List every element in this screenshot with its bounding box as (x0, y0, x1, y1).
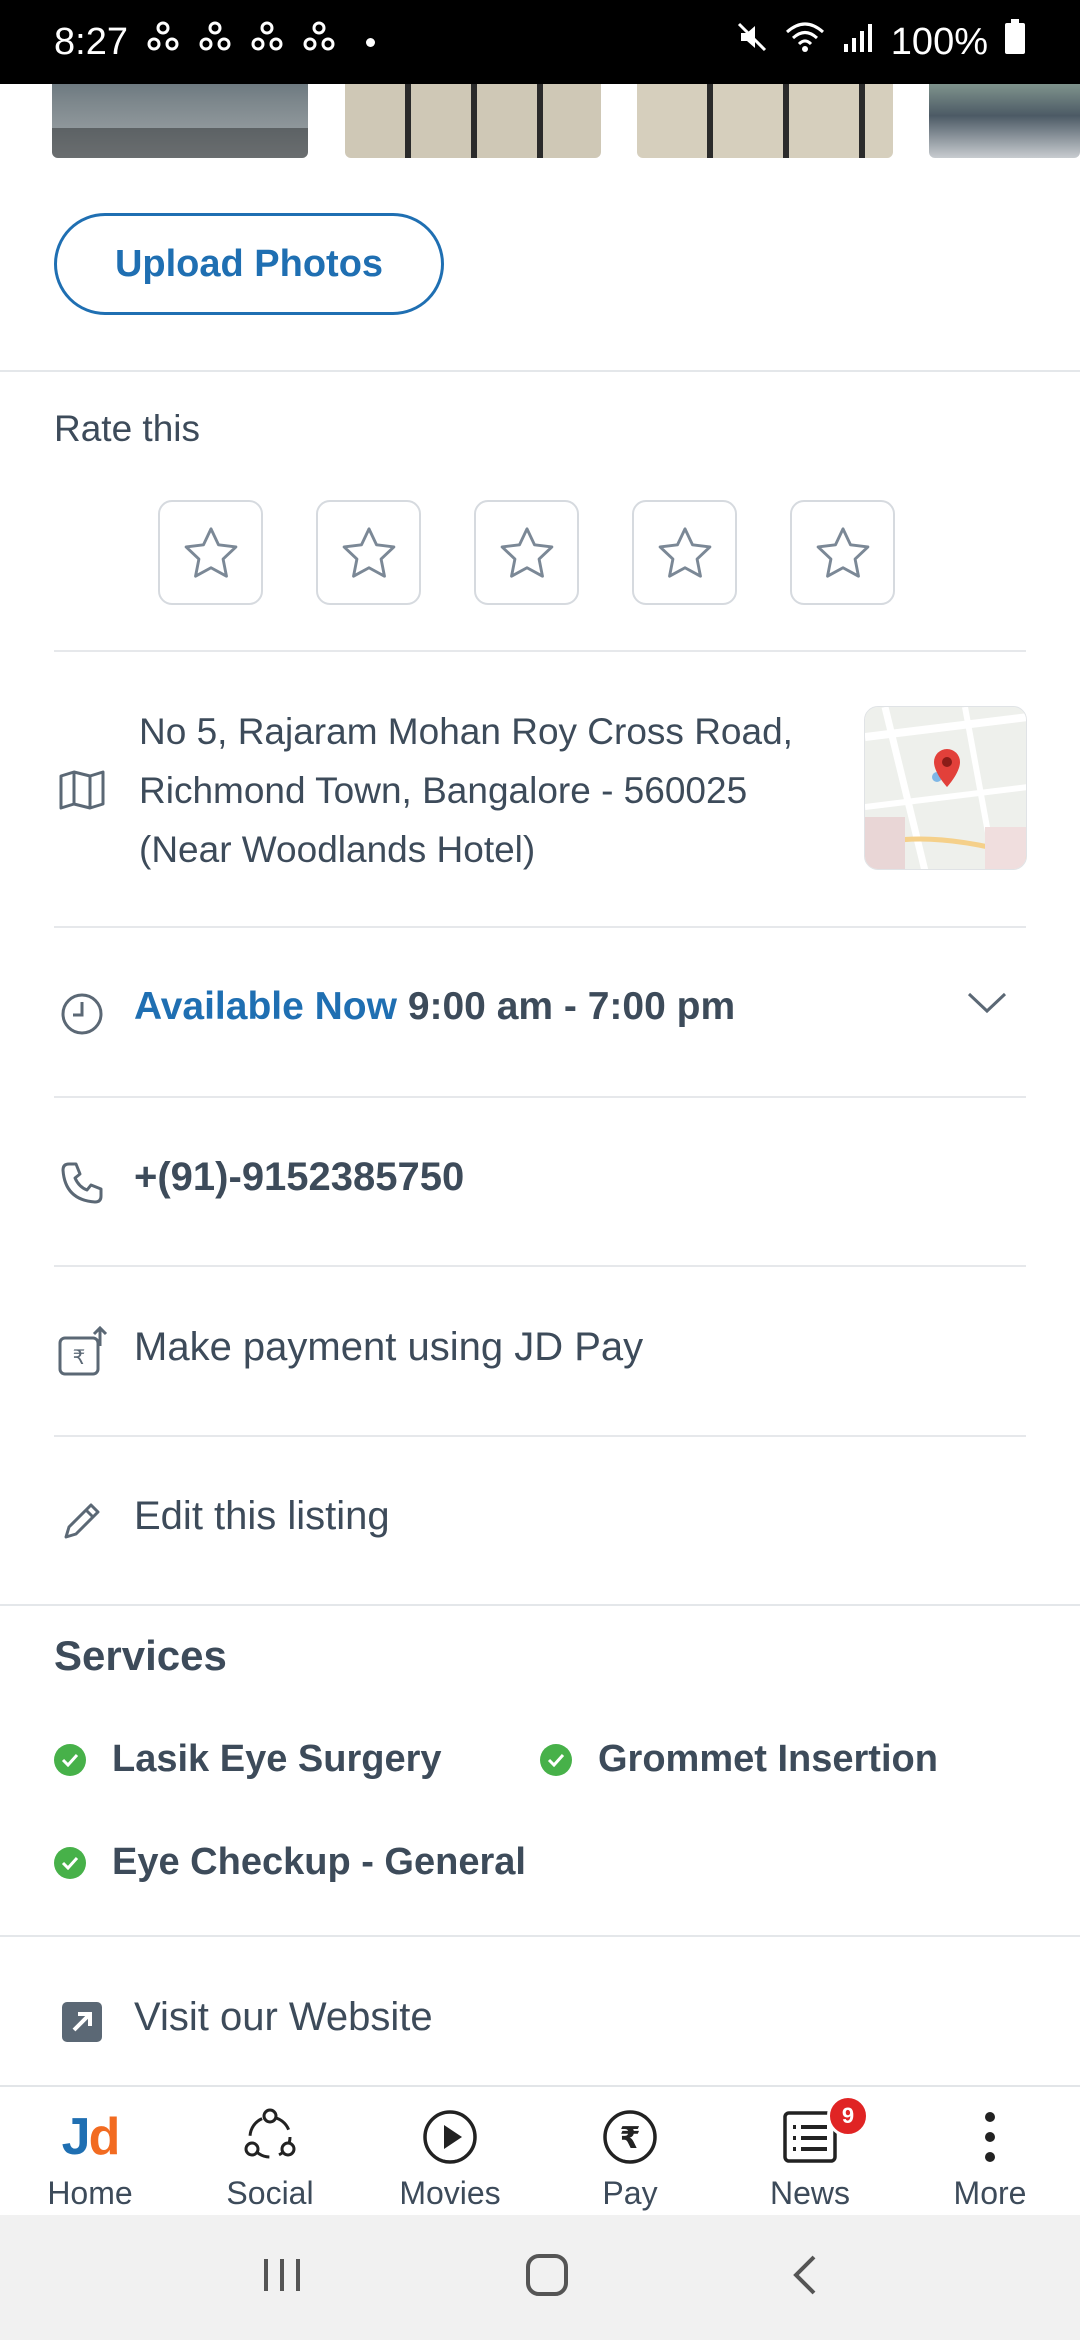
nav-label: More (953, 2175, 1027, 2211)
address-line-1: No 5, Rajaram Mohan Roy Cross Road, (139, 711, 793, 752)
divider (0, 1935, 1080, 1937)
nav-news[interactable]: 9 News (720, 2087, 900, 2215)
address-line-2: Richmond Town, Bangalore - 560025 (139, 770, 748, 811)
home-icon[interactable] (524, 2252, 570, 2303)
divider (54, 1265, 1026, 1267)
phone-icon (54, 1155, 110, 1211)
gallery-photo[interactable] (929, 84, 1080, 158)
battery-percent: 100% (890, 20, 988, 63)
check-icon (54, 1743, 86, 1776)
nav-pay[interactable]: ₹ Pay (540, 2087, 720, 2215)
nav-label: Social (226, 2175, 314, 2211)
external-link-icon (54, 1994, 110, 2050)
star-icon (658, 526, 711, 578)
service-label: Lasik Eye Surgery (112, 1738, 442, 1780)
gallery-photo[interactable] (637, 84, 893, 158)
signal-icon (841, 20, 875, 64)
star-5-button[interactable] (790, 500, 895, 605)
star-icon (184, 526, 237, 578)
bottom-navigation: Jd Home Social Movies ₹ Pay 9 News More (0, 2085, 1080, 2215)
edit-listing-link[interactable]: Edit this listing (134, 1494, 390, 1539)
hours-row[interactable]: Available Now 9:00 am - 7:00 pm (134, 985, 735, 1029)
notification-icon (302, 20, 336, 64)
jd-pay-icon: ₹ (54, 1324, 110, 1380)
play-icon (420, 2105, 480, 2169)
service-item: Eye Checkup - General (54, 1841, 526, 1884)
hours-range: 9:00 am - 7:00 pm (407, 985, 736, 1028)
svg-text:₹: ₹ (620, 2121, 641, 2156)
jd-logo-icon: Jd (61, 2108, 121, 2166)
visit-website-link[interactable]: Visit our Website (134, 1995, 433, 2040)
divider (0, 1604, 1080, 1606)
phone-number[interactable]: +(91)-9152385750 (134, 1155, 464, 1200)
star-1-button[interactable] (158, 500, 263, 605)
nav-label: Pay (602, 2175, 658, 2211)
mute-icon (735, 20, 769, 64)
more-vertical-icon (980, 2105, 1000, 2169)
rate-title: Rate this (54, 408, 201, 449)
star-4-button[interactable] (632, 500, 737, 605)
gallery-photo[interactable] (52, 84, 308, 158)
map-thumbnail[interactable] (864, 706, 1027, 870)
pencil-icon (54, 1493, 110, 1549)
star-3-button[interactable] (474, 500, 579, 605)
star-icon (816, 526, 869, 578)
jd-pay-link[interactable]: Make payment using JD Pay (134, 1325, 643, 1370)
photo-gallery[interactable] (0, 84, 1080, 158)
nav-label: Home (47, 2175, 133, 2211)
back-icon[interactable] (790, 2254, 820, 2301)
check-icon (540, 1743, 572, 1776)
notification-icon (250, 20, 284, 64)
check-icon (54, 1846, 86, 1879)
nav-social[interactable]: Social (180, 2087, 360, 2215)
news-badge: 9 (827, 2095, 869, 2137)
divider (0, 370, 1080, 372)
nav-movies[interactable]: Movies (360, 2087, 540, 2215)
service-item: Lasik Eye Surgery (54, 1738, 442, 1781)
nav-home[interactable]: Jd Home (0, 2087, 180, 2215)
star-2-button[interactable] (316, 500, 421, 605)
divider (54, 1435, 1026, 1437)
upload-photos-button[interactable]: Upload Photos (54, 213, 444, 315)
battery-icon (1004, 19, 1026, 65)
gallery-photo[interactable] (345, 84, 601, 158)
availability-status: Available Now (134, 985, 397, 1028)
divider (54, 1096, 1026, 1098)
star-icon (500, 526, 553, 578)
svg-text:₹: ₹ (73, 1345, 86, 1369)
divider (54, 650, 1026, 652)
clock-icon (54, 986, 110, 1042)
service-label: Eye Checkup - General (112, 1841, 526, 1883)
address-text[interactable]: No 5, Rajaram Mohan Roy Cross Road, Rich… (139, 702, 859, 879)
recent-apps-icon[interactable] (260, 2255, 304, 2300)
nav-label: News (769, 2175, 850, 2211)
map-icon (54, 762, 110, 818)
service-item: Grommet Insertion (540, 1738, 938, 1781)
nav-label: Movies (399, 2175, 501, 2211)
star-rating[interactable] (158, 500, 895, 605)
notification-icon (146, 20, 180, 64)
services-title: Services (54, 1632, 227, 1679)
nav-more[interactable]: More (900, 2087, 1080, 2215)
service-label: Grommet Insertion (598, 1738, 938, 1780)
rupee-icon: ₹ (600, 2105, 660, 2169)
more-notifications-dot (365, 37, 375, 47)
divider (54, 926, 1026, 928)
address-line-3: (Near Woodlands Hotel) (139, 829, 536, 870)
status-time: 8:27 (54, 20, 128, 63)
social-icon (240, 2105, 300, 2169)
notification-icon (198, 20, 232, 64)
chevron-down-icon[interactable] (966, 990, 1008, 1021)
wifi-icon (785, 20, 825, 64)
star-icon (342, 526, 395, 578)
system-navigation-bar (0, 2215, 1080, 2340)
status-bar: 8:27 100% (0, 0, 1080, 84)
